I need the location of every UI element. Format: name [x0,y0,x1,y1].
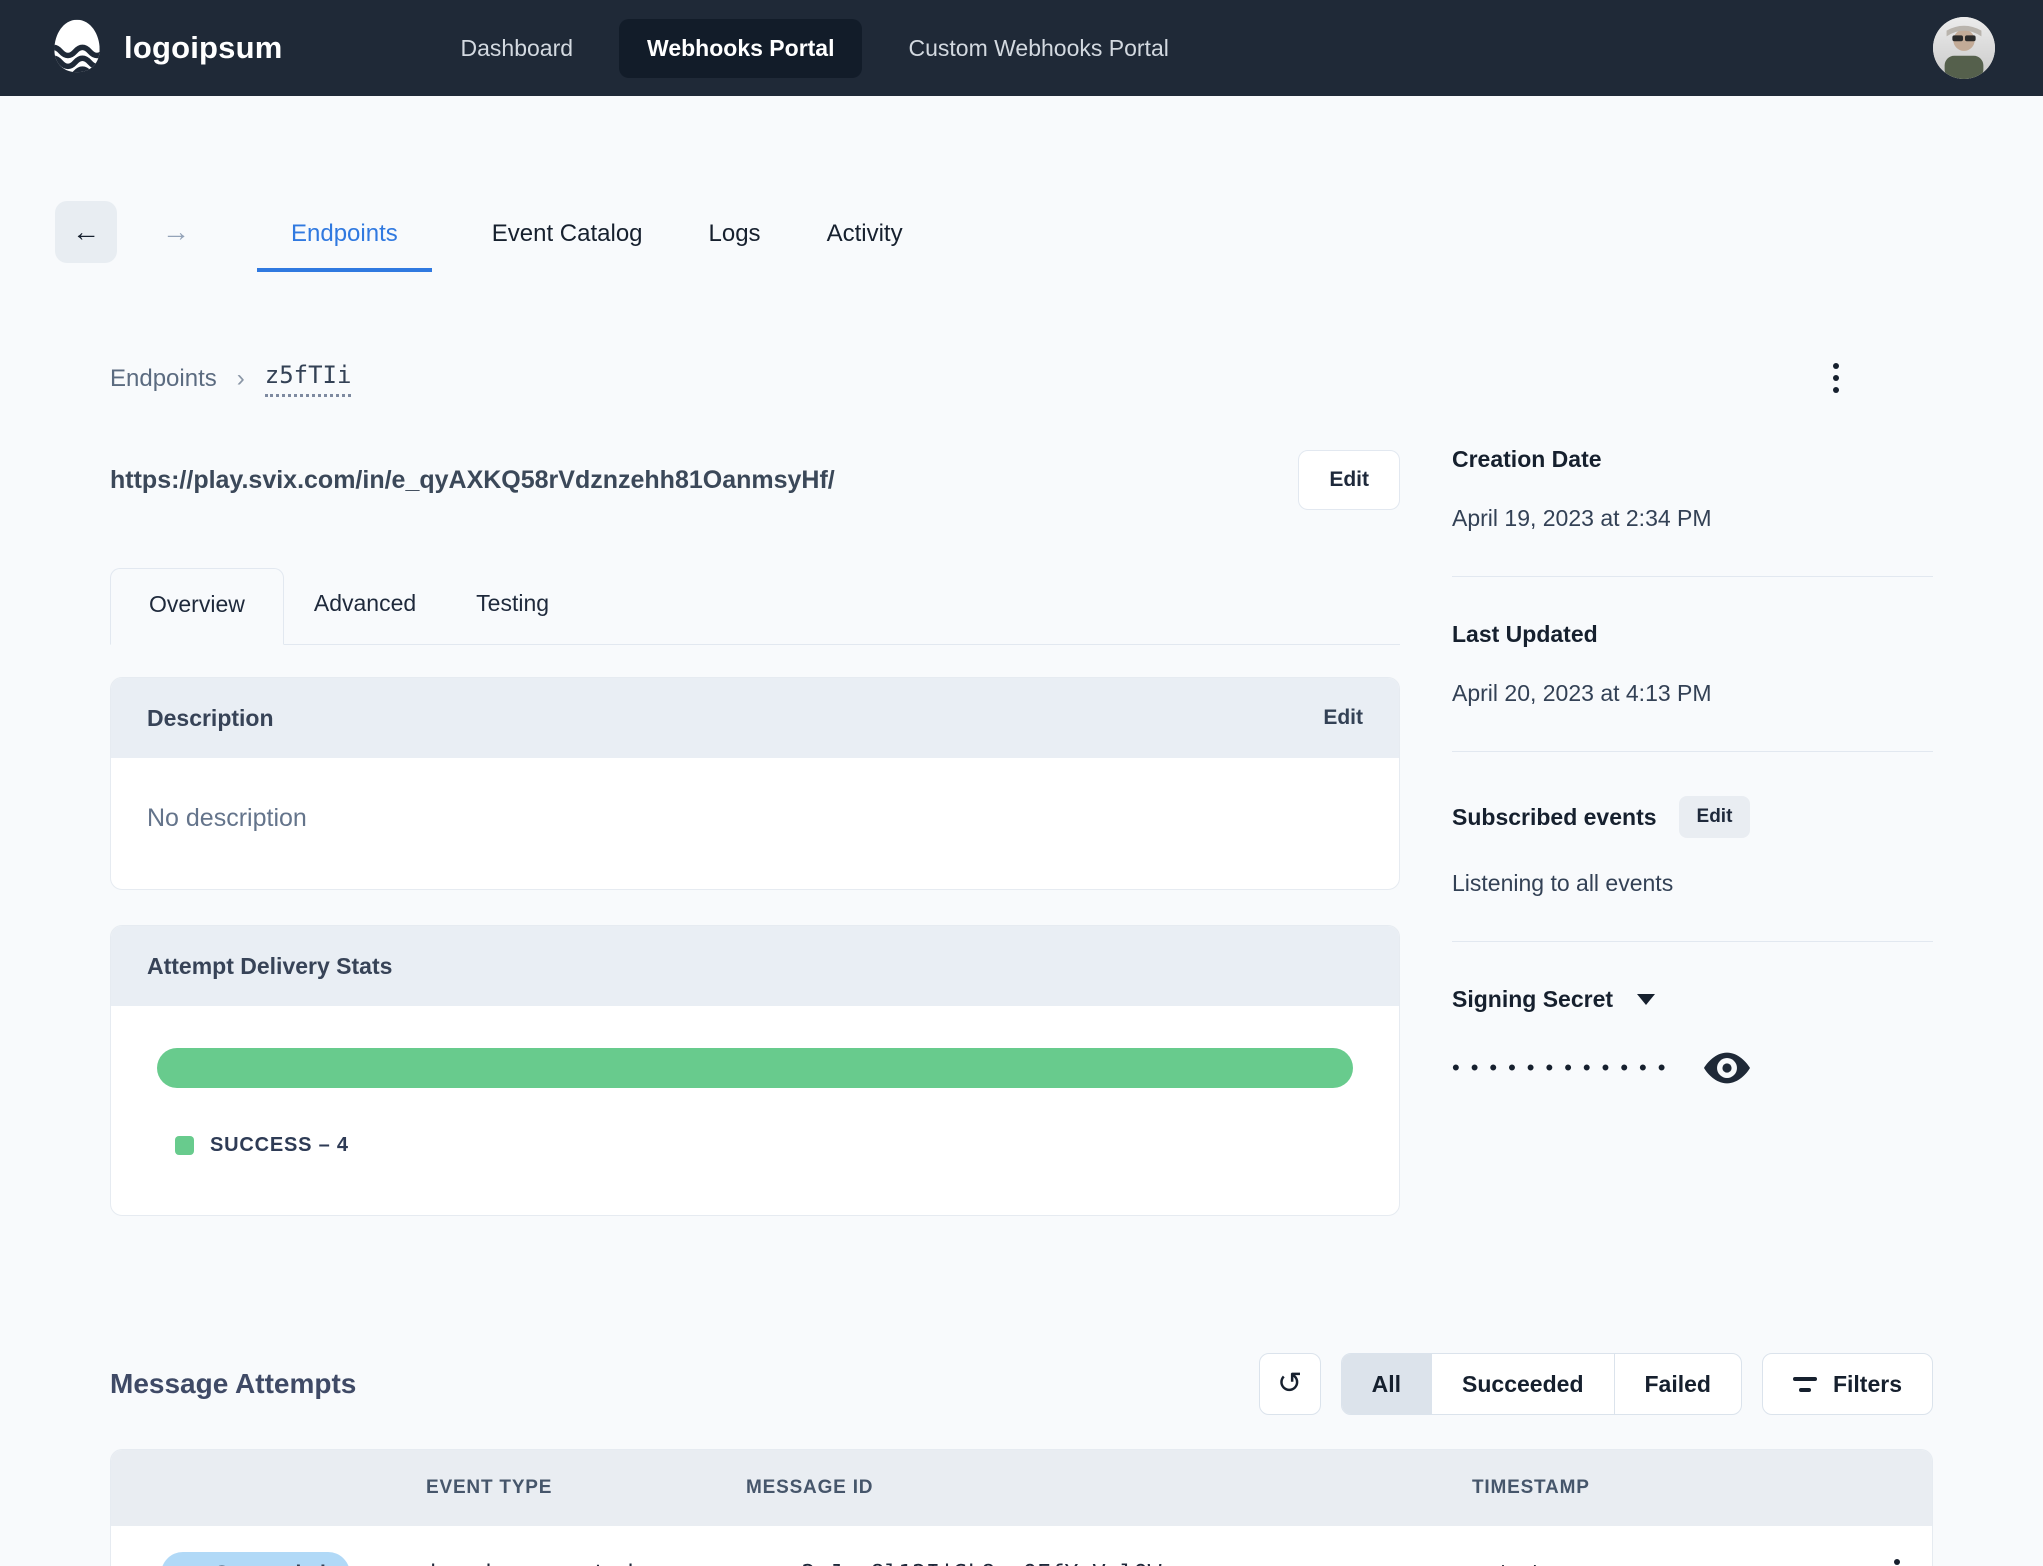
success-legend-label: SUCCESS – 4 [210,1134,349,1156]
endpoint-main-column: Endpoints › z5fTIi https://play.svix.com… [110,358,1400,1216]
endpoint-url-row: https://play.svix.com/in/e_qyAXKQ58rVdzn… [110,450,1400,510]
stats-title: Attempt Delivery Stats [147,952,393,979]
event-type-cell: invoice.created [426,1561,746,1566]
edit-url-button[interactable]: Edit [1298,450,1400,510]
edit-description-button[interactable]: Edit [1323,706,1363,730]
row-options-kebab-icon[interactable] [1888,1553,1906,1566]
webhooks-portal-page: logoipsum Dashboard Webhooks Portal Cust… [0,0,2043,1566]
column-event-type: EVENT TYPE [426,1477,553,1498]
attempts-controls: ↺ All Succeeded Failed Filters [1258,1353,1933,1415]
endpoint-sidebar: Creation Date April 19, 2023 at 2:34 PM … [1452,358,1933,1216]
stats-legend: SUCCESS – 4 [175,1134,1353,1157]
tab-activity[interactable]: Activity [821,220,909,272]
breadcrumb: Endpoints › z5fTIi [110,358,1400,400]
signing-secret-masked-value: •••••••••••• [1452,1055,1677,1080]
message-attempts-title: Message Attempts [110,1368,357,1399]
delivery-stats-bar-track [157,1048,1353,1088]
table-header-row: EVENT TYPE MESSAGE ID TIMESTAMP [111,1450,1932,1526]
logoipsum-logo-icon [48,17,106,80]
detail-tabs: Overview Advanced Testing [110,568,1400,645]
brand-name: logoipsum [124,30,283,65]
subscribed-events-label: Subscribed events [1452,803,1657,830]
endpoint-options-kebab-icon[interactable] [1827,357,1845,399]
stats-body: SUCCESS – 4 [111,1006,1399,1215]
column-timestamp: TIMESTAMP [1472,1477,1590,1498]
table-row[interactable]: ✓ Succeeded invoice.created msg_2cJyg8l1… [111,1526,1932,1566]
refresh-icon[interactable]: ↺ [1258,1353,1321,1415]
filters-button[interactable]: Filters [1761,1353,1933,1415]
check-icon: ✓ [185,1563,201,1566]
description-title: Description [147,704,274,731]
tab-overview[interactable]: Overview [110,568,284,645]
subscribed-events-value: Listening to all events [1452,870,1674,896]
signing-secret-section: Signing Secret •••••••••••• [1452,986,1933,1085]
signing-secret-toggle[interactable]: Signing Secret [1452,986,1933,1013]
subscribed-events-section: Subscribed events Edit Listening to all … [1452,796,1933,897]
status-filter-segmented-control: All Succeeded Failed [1340,1353,1742,1415]
reveal-secret-eye-icon[interactable] [1704,1051,1751,1085]
divider [1452,576,1933,577]
stats-card-header: Attempt Delivery Stats [111,926,1399,1006]
nav-link-dashboard[interactable]: Dashboard [433,19,602,78]
back-arrow-icon[interactable]: ← [55,201,117,263]
timestamp-cell: 02/13/2024, 2:09 PM [1472,1561,1861,1566]
status-badge-label: Succeeded [215,1562,326,1566]
message-attempts-section: Message Attempts ↺ All Succeeded Failed … [110,1353,1933,1566]
filters-button-label: Filters [1832,1370,1902,1397]
filter-succeeded-button[interactable]: Succeeded [1432,1354,1615,1414]
caret-down-icon [1637,994,1656,1005]
edit-subscribed-events-button[interactable]: Edit [1678,796,1751,838]
signing-secret-label: Signing Secret [1452,986,1614,1012]
divider [1452,941,1933,942]
creation-date-section: Creation Date April 19, 2023 at 2:34 PM [1452,446,1933,532]
attempt-delivery-stats-card: Attempt Delivery Stats SUCCESS – 4 [110,925,1400,1216]
no-description-text: No description [147,804,307,832]
message-id-cell: msg_2cJyg8l12IiSk8gvOFfYmVglQWg [746,1561,1472,1566]
description-body: No description [111,758,1399,889]
nav-link-webhooks-portal[interactable]: Webhooks Portal [619,18,863,78]
column-message-id: MESSAGE ID [746,1477,874,1498]
creation-date-value: April 19, 2023 at 2:34 PM [1452,505,1712,531]
success-legend-swatch [175,1136,194,1155]
chevron-right-icon: › [236,365,245,392]
portal-nav-row: ← → Endpoints Event Catalog Logs Activit… [55,192,1933,272]
endpoint-url: https://play.svix.com/in/e_qyAXKQ58rVdzn… [110,465,835,494]
navbar-links: Dashboard Webhooks Portal Custom Webhook… [433,18,1197,78]
tab-testing[interactable]: Testing [446,568,579,644]
message-attempts-table: EVENT TYPE MESSAGE ID TIMESTAMP ✓ Succee… [110,1449,1933,1566]
portal-tabs: Endpoints Event Catalog Logs Activity [257,192,909,272]
last-updated-value: April 20, 2023 at 4:13 PM [1452,680,1712,706]
brand: logoipsum [48,17,283,80]
last-updated-section: Last Updated April 20, 2023 at 4:13 PM [1452,621,1933,707]
tab-advanced[interactable]: Advanced [284,568,446,644]
filter-all-button[interactable]: All [1341,1354,1433,1414]
tab-logs[interactable]: Logs [703,220,767,272]
nav-link-custom-webhooks-portal[interactable]: Custom Webhooks Portal [880,19,1196,78]
forward-arrow-icon[interactable]: → [145,201,207,263]
description-card-header: Description Edit [111,678,1399,758]
avatar[interactable] [1933,17,1995,79]
top-navbar: logoipsum Dashboard Webhooks Portal Cust… [0,0,2043,96]
last-updated-label: Last Updated [1452,621,1598,647]
tab-endpoints[interactable]: Endpoints [257,220,432,272]
divider [1452,751,1933,752]
success-bar [157,1048,1353,1088]
description-card: Description Edit No description [110,677,1400,890]
filter-failed-button[interactable]: Failed [1615,1354,1741,1414]
breadcrumb-endpoint-id[interactable]: z5fTIi [264,361,352,397]
status-badge: ✓ Succeeded [161,1552,350,1566]
filter-lines-icon [1792,1376,1817,1392]
creation-date-label: Creation Date [1452,446,1602,472]
breadcrumb-endpoints-link[interactable]: Endpoints [110,365,217,393]
tab-event-catalog[interactable]: Event Catalog [486,220,649,272]
